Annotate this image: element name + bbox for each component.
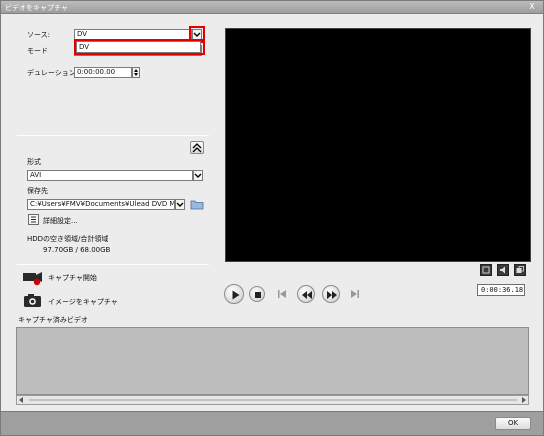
go-to-end-button[interactable] [348, 288, 362, 300]
fast-forward-button[interactable] [322, 285, 340, 303]
rewind-icon [302, 291, 312, 299]
camcorder-icon [23, 272, 42, 286]
snapshot-button[interactable] [514, 264, 526, 276]
captured-video-label: キャプチャ済みビデオ [18, 316, 88, 324]
captured-video-panel[interactable] [16, 327, 529, 395]
captured-video-scrollbar[interactable] [16, 395, 529, 405]
format-select[interactable]: AVI [27, 170, 193, 181]
window-icon [516, 266, 524, 273]
title-bar: ビデオをキャプチャ X [1, 1, 543, 14]
footer-bar [1, 411, 543, 435]
save-to-label: 保存先 [27, 187, 48, 195]
format-label: 形式 [27, 158, 41, 166]
duration-stepper[interactable] [132, 67, 140, 78]
ok-button[interactable]: OK [495, 417, 531, 430]
screen-icon [482, 266, 490, 274]
volume-button[interactable] [497, 264, 509, 276]
spin-arrows-icon [134, 69, 138, 76]
window-title: ビデオをキャプチャ [5, 4, 68, 12]
duration-label: デュレーション [27, 69, 76, 77]
speaker-icon [500, 266, 505, 274]
collapse-button[interactable] [190, 141, 204, 154]
skip-end-icon [351, 290, 359, 298]
option-highlight [74, 39, 205, 55]
capture-start-button[interactable] [21, 268, 45, 286]
rewind-button[interactable] [297, 285, 315, 303]
source-label: ソース: [27, 31, 51, 39]
skip-start-icon [278, 290, 286, 298]
video-preview [225, 28, 531, 262]
play-button[interactable] [224, 284, 244, 304]
capture-video-window: ビデオをキャプチャ X ソース: DV モード DV デュレーション 0:00:… [0, 0, 544, 436]
save-path-input[interactable]: C:¥Users¥FMV¥Documents¥Ulead DVD Movie [27, 199, 175, 210]
camera-icon [24, 294, 41, 307]
folder-icon [190, 200, 204, 210]
double-chevron-up-icon [192, 143, 202, 153]
timecode-display: 0:00:36.18 [477, 284, 525, 296]
details-icon[interactable] [28, 214, 39, 225]
browse-folder-button[interactable] [190, 198, 204, 210]
hdd-value: 97.70GB / 68.00GB [43, 246, 111, 254]
chevron-down-icon [176, 202, 184, 207]
play-icon [232, 290, 240, 300]
chevron-down-icon [194, 173, 202, 178]
capture-start-label[interactable]: キャプチャ開始 [48, 273, 97, 283]
go-to-start-button[interactable] [275, 288, 289, 300]
stop-icon [255, 292, 261, 298]
close-icon[interactable]: X [527, 2, 537, 12]
hdd-label: HDDの空き領域/合計領域 [27, 235, 109, 243]
fast-forward-icon [327, 291, 337, 299]
separator [17, 264, 209, 265]
separator [17, 135, 209, 136]
stop-button[interactable] [249, 286, 265, 302]
capture-image-label[interactable]: イメージをキャプチャ [48, 297, 118, 307]
duration-input[interactable]: 0:00:00.00 [74, 67, 132, 78]
mode-label: モード [27, 47, 48, 55]
details-link[interactable]: 詳細設定... [43, 216, 78, 226]
capture-image-button[interactable] [23, 292, 43, 308]
display-mode-button[interactable] [480, 264, 492, 276]
format-dropdown-button[interactable] [193, 170, 203, 181]
save-path-dropdown-button[interactable] [175, 199, 185, 210]
